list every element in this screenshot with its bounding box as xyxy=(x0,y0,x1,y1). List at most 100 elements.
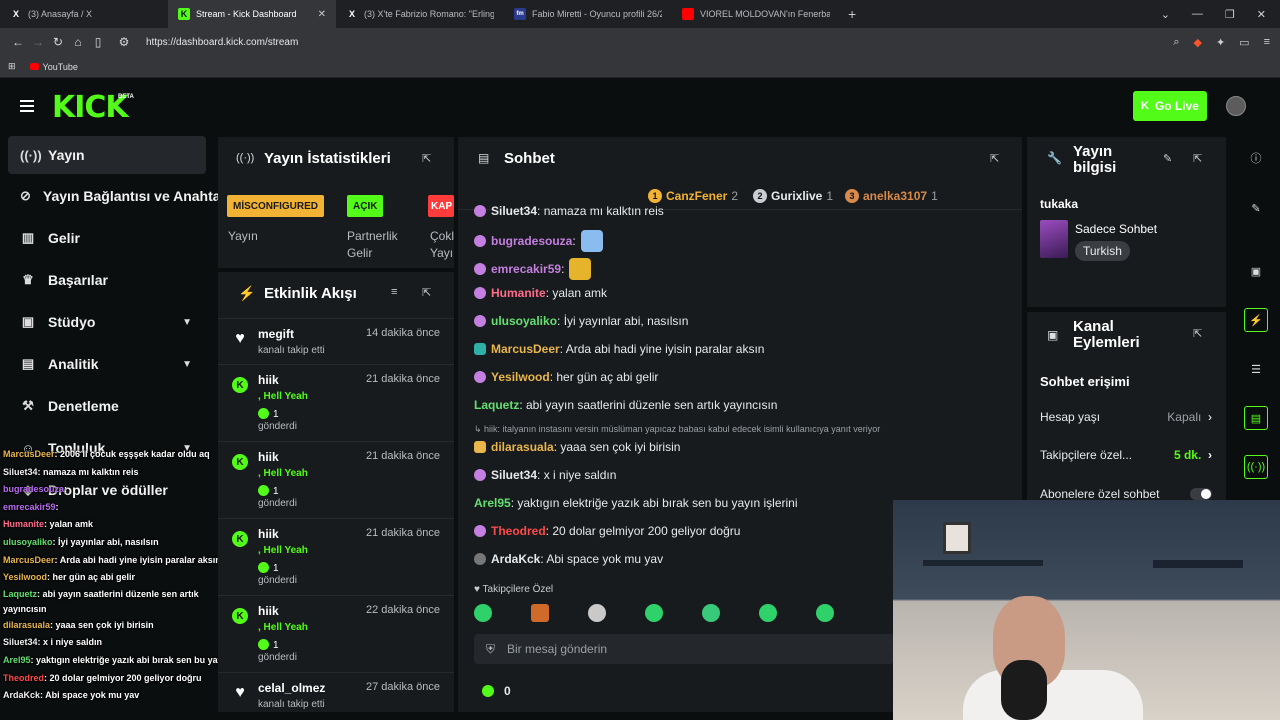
back-icon[interactable]: ← xyxy=(8,35,28,49)
pen-icon[interactable]: ✎ xyxy=(1244,196,1268,220)
emote-icon[interactable] xyxy=(474,604,492,622)
sidebar-item-yayin[interactable]: ((·)) Yayın xyxy=(8,136,206,174)
filter-icon[interactable]: ≡ xyxy=(391,286,397,298)
chat-username[interactable]: MarcusDeer xyxy=(491,342,560,356)
chat-username[interactable]: ArdaKck xyxy=(491,552,540,566)
chat-icon[interactable]: ▤ xyxy=(1244,406,1268,430)
chat-message[interactable]: Siluet34: x i niye saldın xyxy=(474,468,616,482)
chat-username[interactable]: ulusoyaliko xyxy=(491,314,557,328)
top-chatter[interactable]: 2 Gurixlive 1 xyxy=(753,189,833,203)
sidebar-item-denetleme[interactable]: ⚒ Denetleme xyxy=(8,387,206,425)
channel-points[interactable]: 0 xyxy=(482,684,511,698)
zoom-icon[interactable]: ⌕ xyxy=(1173,36,1179,49)
chat-message[interactable]: Theodred: 20 dolar gelmiyor 200 geliyor … xyxy=(474,524,740,538)
video-icon[interactable]: ▣ xyxy=(1244,259,1268,283)
minimize-icon[interactable]: — xyxy=(1192,8,1203,20)
browser-tab-fabrizio[interactable]: X (3) X'te Fabrizio Romano: "Erling Haa xyxy=(336,0,504,28)
menu-icon[interactable]: ≡ xyxy=(1264,36,1270,48)
sidebar-item-baglanti[interactable]: ⊘ Yayın Bağlantısı ve Anahtar xyxy=(8,177,226,215)
emote-icon[interactable] xyxy=(588,604,606,622)
browser-tab-x-home[interactable]: X (3) Anasayfa / X xyxy=(0,0,168,28)
expand-icon[interactable]: ⇱ xyxy=(422,152,431,165)
browser-tab-kick-dashboard[interactable]: K Stream - Kick Dashboard ✕ xyxy=(168,0,336,28)
chat-username[interactable]: bugradesouza xyxy=(491,234,572,248)
home-icon[interactable]: ⌂ xyxy=(68,35,88,49)
emote-icon[interactable] xyxy=(531,604,549,622)
list-icon[interactable]: ☰ xyxy=(1244,357,1268,381)
expand-icon[interactable]: ⇱ xyxy=(422,286,431,299)
extensions-icon[interactable]: ✦ xyxy=(1216,36,1225,49)
site-info-icon[interactable]: ⚙ xyxy=(114,35,134,49)
avatar[interactable] xyxy=(1226,96,1246,116)
account-age-row[interactable]: Hesap yaşı Kapalı › xyxy=(1040,410,1212,424)
broadcast-icon[interactable]: ((·)) xyxy=(1244,455,1268,479)
new-tab-icon[interactable]: + xyxy=(840,6,864,22)
restore-icon[interactable]: ❐ xyxy=(1225,8,1235,21)
activity-item[interactable]: Khiik 21 dakika önce , Hell Yeah 1 gönderdi xyxy=(218,441,454,518)
chat-message[interactable]: ulusoyaliko: İyi yayınlar abi, nasılsın xyxy=(474,314,688,328)
chevron-down-icon[interactable]: ⌄ xyxy=(1161,8,1170,21)
emote-icon[interactable] xyxy=(645,604,663,622)
chat-message[interactable]: ↳ hiik: italyanın instasını versin müslü… xyxy=(474,424,880,435)
sidebar-item-basarilar[interactable]: ♛ Başarılar xyxy=(8,261,206,299)
chat-username[interactable]: Arel95 xyxy=(474,496,511,510)
expand-icon[interactable]: ⇱ xyxy=(1193,152,1202,165)
activity-item[interactable]: Khiik 21 dakika önce , Hell Yeah 1 gönderdi xyxy=(218,518,454,595)
chat-message[interactable]: Arel95: yaktıgın elektriğe yazık abi bır… xyxy=(474,496,798,510)
subs-only-row[interactable]: Abonelere özel sohbet xyxy=(1040,487,1212,501)
lightning-icon[interactable]: ⚡ xyxy=(1244,308,1268,332)
chat-username[interactable]: emrecakir59 xyxy=(491,262,561,276)
close-icon[interactable]: ✕ xyxy=(318,9,326,20)
emote-icon[interactable] xyxy=(816,604,834,622)
activity-item[interactable]: Khiik 21 dakika önce , Hell Yeah 1 gönderdi xyxy=(218,364,454,441)
chat-username[interactable]: Siluet34 xyxy=(491,204,537,218)
hamburger-menu-icon[interactable] xyxy=(20,100,34,112)
chat-username[interactable]: Yesilwood xyxy=(491,370,550,384)
info-icon[interactable]: ⓘ xyxy=(1244,146,1268,170)
expand-icon[interactable]: ⇱ xyxy=(990,152,999,165)
chat-message[interactable]: dilarasuala: yaaa sen çok iyi birisin xyxy=(474,440,680,454)
browser-tab-fabio-miretti[interactable]: fm Fabio Miretti - Oyuncu profili 26/27 xyxy=(504,0,672,28)
chat-message[interactable]: Yesilwood: her gün aç abi gelir xyxy=(474,370,658,384)
url-field[interactable]: https://dashboard.kick.com/stream xyxy=(146,37,1173,48)
subs-only-toggle[interactable] xyxy=(1190,488,1212,500)
chat-username[interactable]: Siluet34 xyxy=(491,468,537,482)
emote-icon[interactable] xyxy=(702,604,720,622)
wallet-icon[interactable]: ▭ xyxy=(1239,36,1249,49)
close-window-icon[interactable]: ✕ xyxy=(1257,8,1266,21)
chat-username[interactable]: Humanite xyxy=(491,286,546,300)
browser-tab-viorel[interactable]: VIOREL MOLDOVAN'ın Fenerbahçe'd xyxy=(672,0,840,28)
top-chatter[interactable]: 1 CanzFener 2 xyxy=(648,189,738,203)
kick-logo[interactable]: KICK xyxy=(52,90,129,125)
top-chatter[interactable]: 3 anelka3107 1 xyxy=(845,189,938,203)
edit-icon[interactable]: ✎ xyxy=(1163,152,1172,165)
sidebar-item-analitik[interactable]: ▤ Analitik ▼ xyxy=(8,345,206,383)
chat-username[interactable]: Theodred xyxy=(491,524,546,538)
chat-message[interactable]: Humanite: yalan amk xyxy=(474,286,607,300)
emote-picker-row[interactable] xyxy=(474,604,834,622)
expand-icon[interactable]: ⇱ xyxy=(1193,327,1202,340)
activity-item[interactable]: ♥ celal_olmez 27 dakika önce kanalı takip e… xyxy=(218,672,454,712)
chat-message[interactable]: emrecakir59: xyxy=(474,258,592,280)
chat-message[interactable]: Siluet34: namaza mı kalktın reis xyxy=(474,204,664,218)
sidebar-item-studyo[interactable]: ▣ Stüdyo ▼ xyxy=(8,303,206,341)
chat-message[interactable]: MarcusDeer: Arda abi hadi yine iyisin pa… xyxy=(474,342,764,356)
reload-icon[interactable]: ↻ xyxy=(48,35,68,49)
forward-icon[interactable]: → xyxy=(28,35,48,49)
category-name[interactable]: Sadece Sohbet xyxy=(1075,222,1157,236)
chat-username[interactable]: Laquetz xyxy=(474,398,519,412)
bookmark-youtube[interactable]: YouTube xyxy=(29,62,78,72)
emote-icon[interactable] xyxy=(759,604,777,622)
apps-grid-icon[interactable]: ⊞ xyxy=(8,61,16,72)
chat-message-input[interactable]: ⛨ Bir mesaj gönderin xyxy=(474,634,894,664)
followers-only-row[interactable]: Takipçilere özel... 5 dk. › xyxy=(1040,448,1212,462)
chat-message[interactable]: bugradesouza: xyxy=(474,230,603,252)
chat-message[interactable]: Laquetz: abi yayın saatlerini düzenle se… xyxy=(474,398,777,412)
activity-item[interactable]: Khiik 22 dakika önce , Hell Yeah 1 gönderdi xyxy=(218,595,454,672)
chat-message[interactable]: ArdaKck: Abi space yok mu yav xyxy=(474,552,663,566)
sidebar-item-gelir[interactable]: ▥ Gelir xyxy=(8,219,206,257)
go-live-button[interactable]: K Go Live xyxy=(1133,91,1207,121)
chat-username[interactable]: dilarasuala xyxy=(491,440,554,454)
bookmark-icon[interactable]: ▯ xyxy=(88,35,108,49)
brave-shield-icon[interactable]: ◆ xyxy=(1193,36,1201,49)
